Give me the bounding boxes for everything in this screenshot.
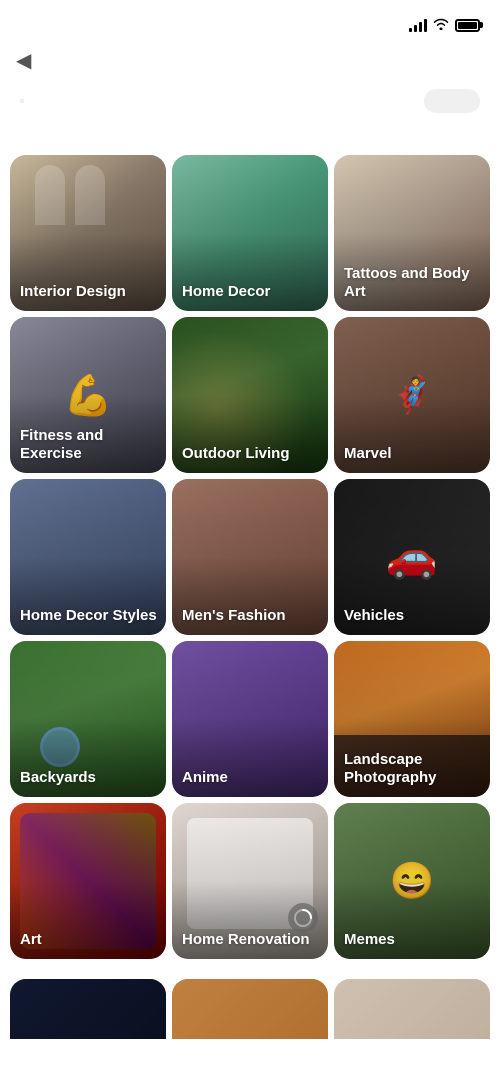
topic-card-home-decor[interactable]: Home Decor bbox=[172, 155, 328, 311]
partial-card-space[interactable] bbox=[10, 979, 166, 1039]
topic-card-art[interactable]: Art bbox=[10, 803, 166, 959]
topic-card-tattoos-body-art[interactable]: Tattoos and Body Art bbox=[334, 155, 490, 311]
topic-card-backyards[interactable]: Backyards bbox=[10, 641, 166, 797]
signal-icon bbox=[409, 18, 427, 32]
topic-card-vehicles[interactable]: 🚗 Vehicles bbox=[334, 479, 490, 635]
next-button[interactable] bbox=[424, 89, 480, 113]
back-arrow-icon: ◀ bbox=[16, 48, 31, 73]
topic-card-fitness-exercise[interactable]: 💪 Fitness and Exercise bbox=[10, 317, 166, 473]
topic-card-marvel[interactable]: 🦸 Marvel bbox=[334, 317, 490, 473]
partial-card-balloon[interactable] bbox=[334, 979, 490, 1039]
topics-grid: Interior Design Home Decor Tattoos and B… bbox=[0, 155, 500, 979]
topic-label-art: Art bbox=[20, 931, 160, 949]
topic-card-interior-design[interactable]: Interior Design bbox=[10, 155, 166, 311]
back-button[interactable] bbox=[20, 99, 24, 103]
topic-label-marvel: Marvel bbox=[344, 445, 484, 463]
topic-label-tattoos-body-art: Tattoos and Body Art bbox=[344, 265, 484, 301]
topic-card-mens-fashion[interactable]: Men's Fashion bbox=[172, 479, 328, 635]
wifi-icon bbox=[433, 18, 449, 33]
topic-card-home-decor-styles[interactable]: Home Decor Styles bbox=[10, 479, 166, 635]
topic-card-outdoor-living[interactable]: Outdoor Living bbox=[172, 317, 328, 473]
topic-label-mens-fashion: Men's Fashion bbox=[182, 607, 322, 625]
topic-card-landscape-photography[interactable]: Landscape Photography bbox=[334, 641, 490, 797]
renovation-progress bbox=[288, 903, 318, 933]
status-icons bbox=[409, 18, 480, 33]
back-to-app-store[interactable]: ◀ bbox=[16, 48, 35, 73]
topic-card-anime[interactable]: Anime bbox=[172, 641, 328, 797]
topic-label-fitness-exercise: Fitness and Exercise bbox=[20, 427, 160, 463]
topic-label-home-decor-styles: Home Decor Styles bbox=[20, 607, 160, 625]
topic-label-landscape-photography: Landscape Photography bbox=[344, 751, 484, 787]
partial-topics-row bbox=[0, 979, 500, 1039]
partial-card-food[interactable] bbox=[172, 979, 328, 1039]
topic-label-vehicles: Vehicles bbox=[344, 607, 484, 625]
topic-card-home-renovation[interactable]: Home Renovation bbox=[172, 803, 328, 959]
app-store-nav: ◀ bbox=[0, 44, 500, 81]
title-section bbox=[0, 129, 500, 155]
topic-label-memes: Memes bbox=[344, 931, 484, 949]
topic-label-outdoor-living: Outdoor Living bbox=[182, 445, 322, 463]
topic-card-memes[interactable]: 😄 Memes bbox=[334, 803, 490, 959]
page-header bbox=[0, 81, 500, 129]
battery-icon bbox=[455, 19, 480, 32]
topic-label-anime: Anime bbox=[182, 769, 322, 787]
status-bar bbox=[0, 0, 500, 44]
topic-label-backyards: Backyards bbox=[20, 769, 160, 787]
topic-label-home-renovation: Home Renovation bbox=[182, 931, 322, 949]
topic-label-home-decor: Home Decor bbox=[182, 283, 322, 301]
topic-label-interior-design: Interior Design bbox=[20, 283, 160, 301]
